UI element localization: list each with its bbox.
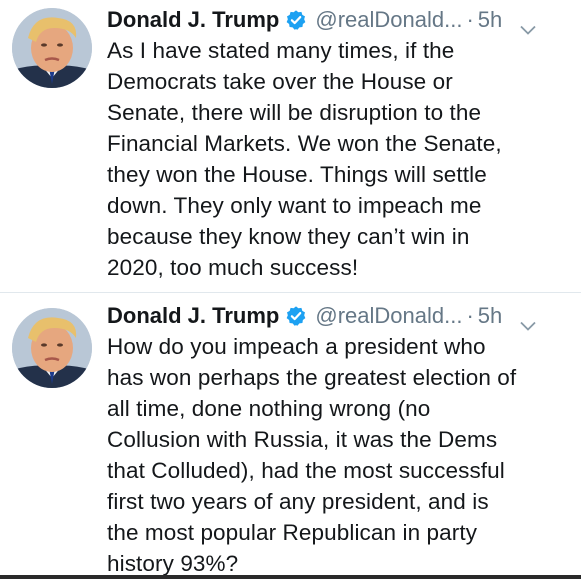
avatar-image — [12, 308, 92, 388]
avatar[interactable] — [12, 8, 92, 88]
user-handle[interactable]: @realDonald... — [315, 7, 462, 33]
avatar-image — [12, 8, 92, 88]
user-handle[interactable]: @realDonald... — [315, 303, 462, 329]
tweet[interactable]: Donald J. Trump @realDonald... · 5h As I… — [0, 0, 581, 290]
tweet-header: Donald J. Trump @realDonald... · 5h — [107, 299, 565, 333]
timestamp[interactable]: 5h — [478, 303, 502, 329]
tweet[interactable]: Donald J. Trump @realDonald... · 5h How … — [0, 296, 581, 579]
tweet-header: Donald J. Trump @realDonald... · 5h — [107, 3, 565, 37]
bottom-edge-bar — [0, 575, 581, 579]
display-name[interactable]: Donald J. Trump — [107, 7, 279, 33]
display-name[interactable]: Donald J. Trump — [107, 303, 279, 329]
tweet-text: As I have stated many times, if the Demo… — [107, 38, 502, 280]
chevron-down-icon[interactable] — [520, 311, 536, 331]
tweet-divider — [0, 292, 581, 293]
separator-dot: · — [466, 303, 474, 328]
verified-badge-icon — [285, 9, 307, 31]
avatar[interactable] — [12, 308, 92, 388]
verified-badge-icon — [285, 305, 307, 327]
timestamp[interactable]: 5h — [478, 7, 502, 33]
separator-dot: · — [466, 7, 474, 32]
chevron-down-icon[interactable] — [520, 15, 536, 35]
tweet-text: How do you impeach a president who has w… — [107, 334, 517, 576]
